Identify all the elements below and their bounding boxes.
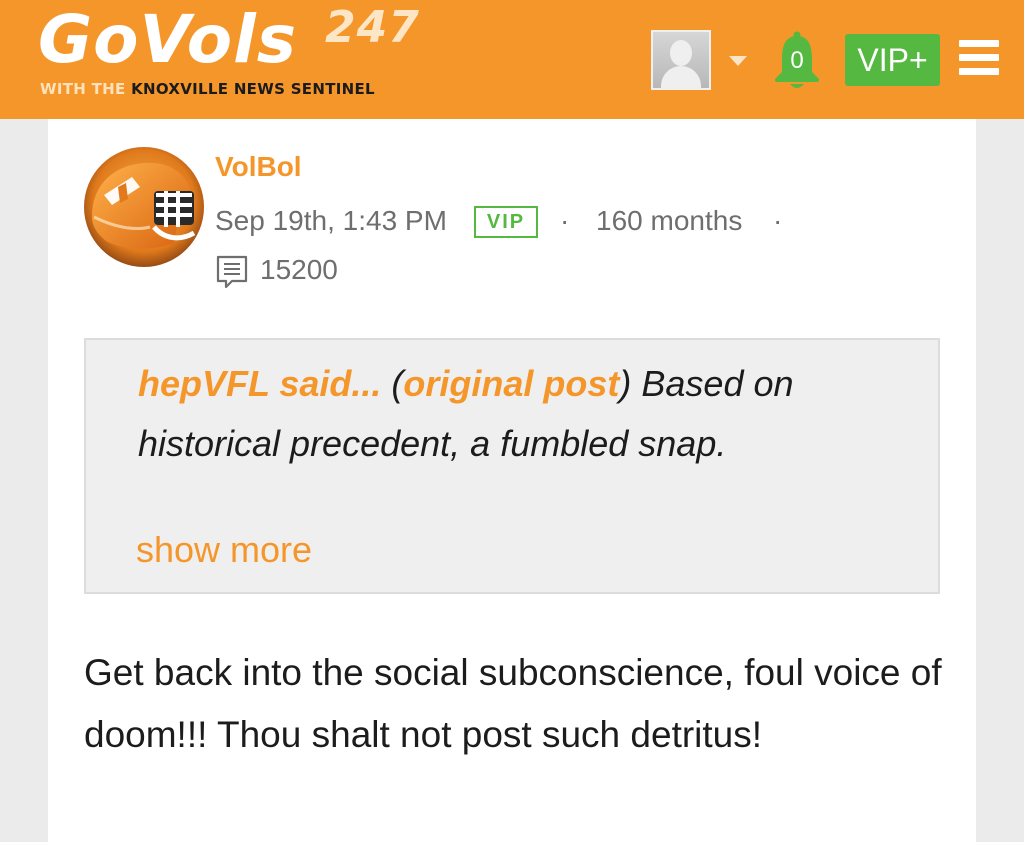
site-logo[interactable]: GoVols 247	[38, 1, 419, 78]
helmet-avatar-icon	[84, 147, 204, 267]
original-post-link[interactable]: original post	[403, 363, 619, 404]
post-timestamp: Sep 19th, 1:43 PM	[215, 205, 447, 236]
quote-block: hepVFL said... (original post) Based on …	[84, 338, 940, 594]
vip-plus-button[interactable]: VIP+	[845, 34, 940, 86]
quote-author-link[interactable]: hepVFL said...	[138, 363, 381, 404]
user-avatar-icon[interactable]	[651, 30, 711, 90]
logo-subtitle: WITH THE KNOXVILLE NEWS SENTINEL	[40, 80, 375, 98]
vip-badge: VIP	[474, 206, 538, 238]
comment-icon	[216, 255, 248, 289]
chevron-down-icon[interactable]	[729, 56, 747, 66]
logo-vols: Vols	[139, 1, 298, 78]
menu-icon[interactable]	[959, 40, 999, 76]
logo-go: Go	[38, 1, 140, 78]
logo-number: 247	[325, 2, 420, 53]
site-header: GoVols 247 WITH THE KNOXVILLE NEWS SENTI…	[0, 0, 1024, 119]
meta-separator: ·	[773, 205, 783, 236]
poster-avatar[interactable]	[84, 147, 204, 267]
show-more-link[interactable]: show more	[136, 528, 312, 572]
post-meta: Sep 19th, 1:43 PM VIP · 160 months ·	[215, 203, 782, 239]
membership-duration: 160 months	[596, 205, 743, 236]
post-body: Get back into the social subconscience, …	[84, 652, 942, 755]
post-count: 15200	[260, 254, 338, 285]
notification-count: 0	[790, 47, 804, 74]
poster-username[interactable]: VolBol	[215, 150, 302, 184]
meta-separator: ·	[560, 205, 570, 236]
quote-text: hepVFL said... (original post) Based on …	[138, 363, 794, 464]
